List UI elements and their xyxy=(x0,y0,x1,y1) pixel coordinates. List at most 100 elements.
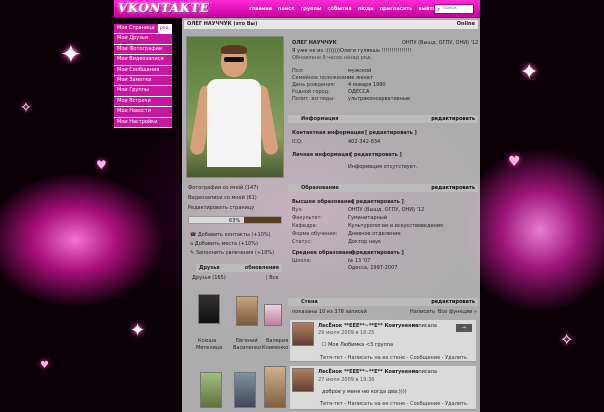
friends-count[interactable]: Друзья (165) xyxy=(192,275,226,281)
post-text-content: Моя Любимка <3 группа xyxy=(328,342,394,348)
pencil-icon: ✎ xyxy=(190,250,195,256)
profile-completeness-bar: 63% xyxy=(188,216,282,224)
post-actions[interactable]: Тетя-тет - Написать на ее стене - Сообще… xyxy=(320,355,467,361)
menu-item-notes[interactable]: Мои Заметки xyxy=(114,75,172,87)
friend-avatar[interactable] xyxy=(264,366,286,408)
wall-all-link[interactable]: Все функции » xyxy=(438,309,477,315)
school-value[interactable]: № 13 '07 xyxy=(348,258,370,264)
friend-avatar[interactable] xyxy=(236,296,258,326)
field-value[interactable]: 4 января 1990 xyxy=(348,82,386,88)
edu-label: Форма обучения: xyxy=(292,231,338,237)
menu-item-label: Мои Видеозаписи xyxy=(117,56,164,63)
sparkle-decoration: ✦ xyxy=(60,40,82,70)
sparkle-decoration: ✧ xyxy=(20,100,32,116)
menu-item-photos[interactable]: Мои Фотографии xyxy=(114,44,172,56)
post-author[interactable]: ЛесЁнок **ЕЕЕ**~**Е** Ковтуненко xyxy=(318,323,418,329)
nav-home[interactable]: главная xyxy=(249,6,272,12)
videos-with-me-link[interactable]: Видеозаписи со мной (61) xyxy=(188,195,257,201)
contact-edit-link[interactable]: [ редактировать ] xyxy=(365,130,417,136)
info-edit-link[interactable]: редактировать xyxy=(431,115,475,123)
friend-last-name[interactable]: Василенко xyxy=(233,345,261,351)
link-label: Добавить места (+10%) xyxy=(194,241,258,247)
post-actions[interactable]: Тетя-тет - Написать на ее стене - Сообще… xyxy=(320,401,467,407)
field-value[interactable]: мужской xyxy=(348,68,371,74)
higher-education-edit[interactable]: [ редактировать ] xyxy=(352,199,404,205)
higher-education-title: Высшее образование xyxy=(292,199,355,205)
edit-page-link[interactable]: Редактировать страницу xyxy=(188,205,254,211)
edu-value[interactable]: Доктор наук xyxy=(348,239,381,245)
menu-item-my-page[interactable]: Моя Страница ред. xyxy=(114,24,172,35)
education-edit-link[interactable]: редактировать xyxy=(431,184,475,192)
sparkle-decoration: ✦ xyxy=(520,60,539,85)
secondary-education-edit[interactable]: [ редактировать ] xyxy=(352,250,404,256)
friend-first-name[interactable]: Ксюша xyxy=(198,338,216,344)
edu-value[interactable]: Гуманитарный xyxy=(348,215,387,221)
menu-item-groups[interactable]: Мои Группы xyxy=(114,86,172,97)
info-section-title: Информация xyxy=(301,116,339,122)
personal-edit-link[interactable]: [ редактировать ] xyxy=(350,152,402,158)
edit-link[interactable]: ред. xyxy=(157,24,172,34)
fill-interests-link[interactable]: ✎ Заполнить увлечения (+10%) xyxy=(190,250,274,256)
add-places-link[interactable]: ⌂ Добавить места (+10%) xyxy=(190,241,258,247)
link-label: Добавить контакты (+10%) xyxy=(197,232,271,238)
friend-last-name[interactable]: Клименко xyxy=(262,345,288,351)
post-date: 29 июля 2009 в 16:25 xyxy=(318,330,375,336)
heart-decoration: ♥ xyxy=(508,154,521,170)
rating-remaining xyxy=(244,217,281,223)
menu-item-messages[interactable]: Мои Сообщения xyxy=(114,65,172,76)
school-label: Школа: xyxy=(292,258,312,264)
field-value[interactable]: ультраконсервативные xyxy=(348,96,410,102)
photos-with-me-link[interactable]: Фотографии со мной (147) xyxy=(188,185,258,191)
friend-avatar[interactable] xyxy=(234,372,256,408)
wall-write-link[interactable]: Написать xyxy=(410,309,435,315)
friend-avatar[interactable] xyxy=(198,294,220,324)
post-author[interactable]: ЛесЁнок **ЕЕЕ**~**Е** Ковтуненко xyxy=(318,369,418,375)
friend-avatar[interactable] xyxy=(264,304,282,326)
menu-item-news[interactable]: Мои Новости xyxy=(114,107,172,118)
field-value[interactable]: ОДЕССА xyxy=(348,89,369,95)
online-status: Online xyxy=(456,21,475,27)
menu-item-label: Мои Встречи xyxy=(117,97,151,104)
icq-value: 402-342-834 xyxy=(348,139,381,145)
field-value[interactable]: не женат xyxy=(348,75,373,81)
left-menu: Моя Страница ред. Мои Друзья Мои Фотограф… xyxy=(114,24,172,128)
menu-item-label: Мои Группы xyxy=(117,87,149,94)
link-label: Заполнить увлечения (+10%) xyxy=(195,250,275,256)
education-title: Образование xyxy=(301,185,339,191)
profile-school[interactable]: ОНПУ (Вышд. ОГПУ, ОНИ) '12 xyxy=(402,40,478,46)
edu-value[interactable]: ОНПУ (Вышд. ОГПУ, ОНИ) '12 xyxy=(348,207,424,213)
contacts-icon: ☎ xyxy=(190,232,197,238)
secondary-education-title: Среднее образование xyxy=(292,250,356,256)
friends-updates-link[interactable]: обновления xyxy=(245,264,279,272)
site-logo[interactable]: VKONTAKTE xyxy=(118,1,209,15)
profile-status: Я уже не из :)))))))Олеги гуляешь !!!!!!… xyxy=(292,48,412,54)
friend-first-name[interactable]: Евгений xyxy=(236,338,258,344)
author-avatar[interactable] xyxy=(292,368,314,392)
nav-people[interactable]: люди xyxy=(358,6,374,12)
friend-first-name[interactable]: Валерия xyxy=(266,338,288,344)
search-input[interactable]: поиск ⌕ xyxy=(434,4,474,14)
post-action: написала xyxy=(412,323,437,329)
nav-events[interactable]: события xyxy=(328,6,352,12)
menu-item-videos[interactable]: Мои Видеозаписи xyxy=(114,55,172,66)
menu-item-events[interactable]: Мои Встречи xyxy=(114,96,172,108)
edu-value[interactable]: Культурологии и искусствоведения xyxy=(348,223,443,229)
edu-label: Кафедра: xyxy=(292,223,318,229)
author-avatar[interactable] xyxy=(292,322,314,346)
add-contacts-link[interactable]: ☎ Добавить контакты (+10%) xyxy=(190,232,271,238)
menu-item-label: Мои Заметки xyxy=(117,76,152,83)
nav-search[interactable]: поиск xyxy=(278,6,295,12)
friend-avatar[interactable] xyxy=(200,372,222,408)
menu-item-friends[interactable]: Мои Друзья xyxy=(114,34,172,45)
edu-value[interactable]: Дневное отделение xyxy=(348,231,401,237)
post-forward-button[interactable]: → xyxy=(456,324,472,332)
profile-name: ОЛЕГ НАУЧЧУК xyxy=(292,40,337,46)
friend-last-name[interactable]: Метелица xyxy=(196,345,222,351)
nav-groups[interactable]: группы xyxy=(301,6,322,12)
profile-photo[interactable] xyxy=(186,36,284,178)
menu-item-settings[interactable]: Мои Настройки xyxy=(114,117,172,128)
friends-all-link[interactable]: | Все xyxy=(266,275,279,281)
wall-edit-link[interactable]: редактировать xyxy=(431,298,475,306)
menu-item-label: Моя Страница xyxy=(117,25,155,31)
nav-invite[interactable]: пригласить xyxy=(380,6,413,12)
